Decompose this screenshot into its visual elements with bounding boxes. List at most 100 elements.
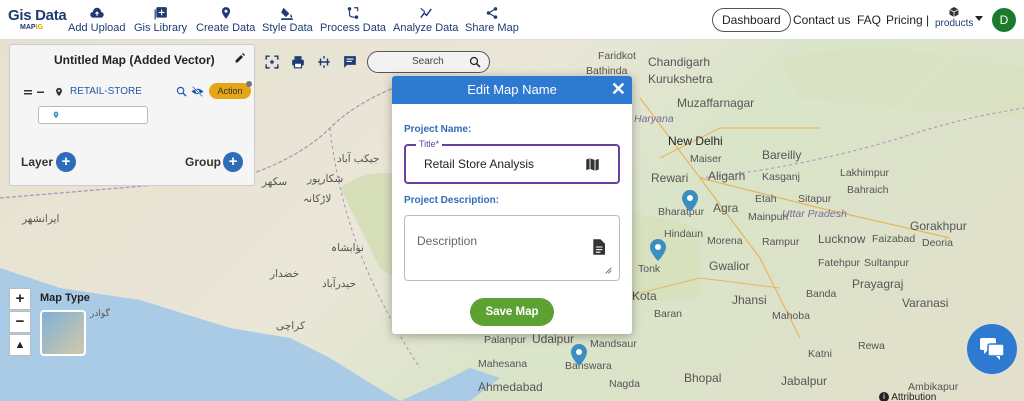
map-label-baran: Baran [654, 308, 683, 320]
map-label-morena: Morena [707, 235, 743, 247]
map-search-placeholder: Search [412, 56, 444, 67]
pricing-link[interactable]: Pricing | [886, 13, 929, 27]
process-icon [347, 7, 359, 19]
map-label-jhansi: Jhansi [732, 293, 767, 307]
nav-add-upload[interactable]: Add Upload [68, 6, 126, 34]
search-icon[interactable] [469, 56, 481, 68]
nav-create-data[interactable]: Create Data [196, 6, 255, 34]
action-button[interactable]: Action [209, 83, 251, 99]
description-textarea[interactable]: Description [404, 215, 620, 281]
map-label-gorakhpur: Gorakhpur [910, 219, 967, 233]
map-label-urdu4: نوابشاہ [331, 242, 364, 254]
map-label-lucknow: Lucknow [818, 232, 866, 246]
visibility-off-icon[interactable] [191, 86, 204, 97]
add-group-button[interactable]: + [223, 152, 243, 172]
project-name-label: Project Name: [404, 124, 472, 135]
map-label-urdu7: ایرانشهر [22, 213, 60, 225]
app-logo[interactable]: Gis Data MAPIG [8, 7, 67, 31]
map-label-muzaffarnagar: Muzaffarnagar [677, 96, 755, 110]
map-label-faridkot: Faridkot [598, 50, 636, 62]
edit-pencil-icon[interactable] [234, 52, 246, 64]
layer-panel: Untitled Map (Added Vector) RETAIL-STORE… [9, 44, 255, 186]
location-pin-icon [53, 111, 59, 119]
map-marker-icon[interactable] [571, 344, 587, 366]
map-label-urdu2: شکارپور [307, 173, 344, 185]
location-pin-icon [56, 87, 62, 97]
share-icon [486, 7, 498, 19]
map-label-sitapur: Sitapur [798, 193, 832, 205]
map-label-uttarpradesh: Uttar Pradesh [782, 208, 847, 220]
attribution-link[interactable]: i Attribution [879, 392, 936, 401]
map-label-agra: Agra [713, 201, 739, 215]
nav-gis-library[interactable]: Gis Library [134, 6, 187, 34]
nav-add-upload-label: Add Upload [68, 22, 126, 34]
description-placeholder: Description [417, 234, 478, 248]
faq-link[interactable]: FAQ [857, 13, 881, 27]
nav-share-map-label: Share Map [465, 22, 519, 34]
map-label-hindaun: Hindaun [664, 228, 704, 240]
chat-button[interactable] [967, 324, 1017, 374]
map-type-thumbnail[interactable] [40, 310, 86, 356]
dialog-header: Edit Map Name ✕ [392, 76, 632, 104]
map-label-aligarh: Aligarh [708, 169, 746, 183]
map-label-newdelhi: New Delhi [668, 134, 723, 148]
info-icon: i [879, 392, 889, 401]
nav-process-data[interactable]: Process Data [320, 6, 386, 34]
nav-share-map[interactable]: Share Map [465, 6, 519, 34]
dashboard-button[interactable]: Dashboard [712, 8, 791, 32]
cloud-upload-icon [90, 7, 104, 18]
zoom-out-button[interactable]: − [9, 311, 31, 333]
map-marker-icon[interactable] [650, 239, 666, 261]
comment-icon[interactable] [343, 55, 357, 69]
nav-analyze-data[interactable]: Analyze Data [393, 6, 458, 34]
drag-handle-icon[interactable] [24, 87, 46, 97]
map-label-kota: Kota [632, 289, 657, 303]
attribution-label: Attribution [891, 392, 937, 401]
fullscreen-icon[interactable] [265, 55, 279, 69]
save-map-button[interactable]: Save Map [470, 298, 554, 326]
map-label-mainpuri: Mainpuri [748, 211, 789, 223]
layer-name[interactable]: RETAIL-STORE [70, 86, 142, 97]
edit-map-name-dialog: Edit Map Name ✕ Project Name: Title* Ret… [392, 76, 632, 334]
top-navbar: Gis Data MAPIG Add Upload Gis Library Cr… [0, 0, 1024, 40]
dialog-title: Edit Map Name [467, 82, 557, 97]
map-label-bareilly: Bareilly [762, 148, 802, 162]
title-legend: Title* [416, 139, 443, 149]
map-label-nagda: Nagda [609, 378, 640, 390]
contact-link[interactable]: Contact us [793, 13, 850, 27]
nav-style-data[interactable]: Style Data [262, 6, 313, 34]
chevron-down-icon[interactable] [975, 16, 983, 21]
compass-button[interactable]: ▲ [9, 334, 31, 356]
map-marker-icon[interactable] [682, 190, 698, 212]
analyze-icon [419, 7, 432, 19]
map-label-gwalior: Gwalior [709, 259, 750, 273]
avatar[interactable]: D [992, 8, 1016, 32]
layer-label: Layer [21, 155, 54, 169]
map-label-chandigarh: Chandigarh [648, 55, 711, 69]
map-label-kasganj: Kasganj [762, 171, 800, 183]
map-label-katni: Katni [808, 348, 832, 360]
print-icon[interactable] [291, 55, 305, 69]
map-search-input[interactable]: Search [367, 51, 490, 73]
map-label-mandsaur: Mandsaur [590, 338, 637, 350]
paint-bucket-icon [281, 7, 294, 20]
close-icon[interactable]: ✕ [611, 79, 626, 100]
map-label-sultanpur: Sultanpur [864, 257, 909, 269]
layer-sub-input[interactable] [38, 106, 148, 124]
map-label-faizabad: Faizabad [872, 233, 916, 245]
location-pin-icon [221, 7, 230, 19]
map-label-tonk: Tonk [638, 263, 661, 275]
title-input[interactable]: Title* Retail Store Analysis [404, 139, 620, 184]
map-label-deoria: Deoria [922, 237, 953, 249]
products-menu[interactable]: products [935, 6, 973, 29]
measure-icon[interactable] [317, 55, 331, 69]
zoom-to-layer-icon[interactable] [176, 86, 187, 97]
zoom-in-button[interactable]: + [9, 288, 31, 310]
title-value[interactable]: Retail Store Analysis [424, 157, 534, 171]
map-label-banda: Banda [806, 288, 837, 300]
map-label-urdu10: گوادر [90, 308, 110, 318]
map-label-maiser: Maiser [690, 153, 722, 165]
add-layer-button[interactable]: + [56, 152, 76, 172]
resize-handle-icon[interactable] [605, 267, 612, 274]
logo-subtext-b: IG [35, 24, 43, 31]
